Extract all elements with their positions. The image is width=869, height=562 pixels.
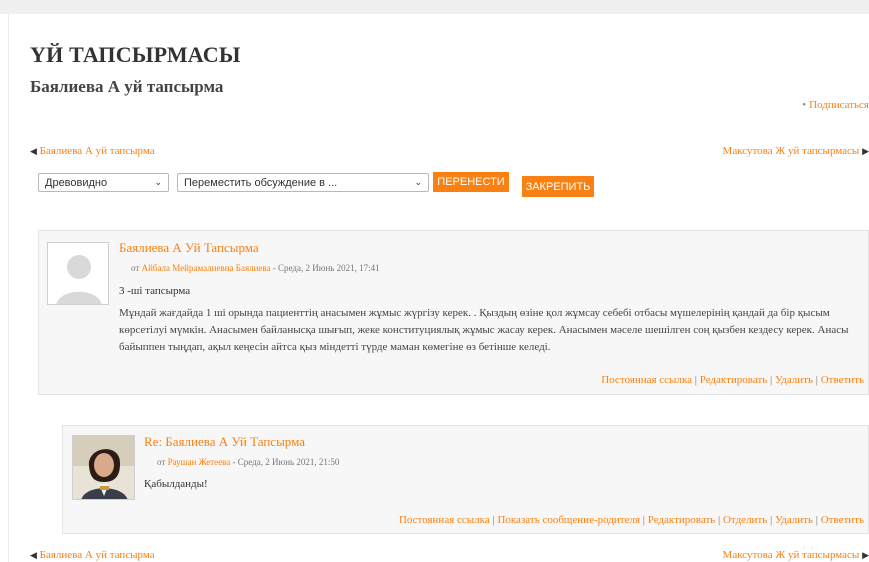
delete-link[interactable]: Удалить [775,374,813,386]
separator: | [813,514,821,526]
move-discussion-value: Переместить обсуждение в ... [184,176,338,189]
discussion-title: Баялиева А уй тапсырма [30,77,224,96]
post-subject: 3 -ші тапсырма [119,285,191,297]
default-user-icon [48,243,108,304]
display-mode-select[interactable]: Древовидно ⌄ [38,173,169,192]
separator: | [767,514,775,526]
post-byline: от Айбала Мейрамалиевна Баялиева - Среда… [131,263,380,273]
separator: | [640,514,648,526]
separator: | [767,374,775,386]
user-photo-icon [73,436,134,499]
split-link[interactable]: Отделить [723,514,767,526]
prev-discussion-link-bottom[interactable]: ◀ Баялиева А уй тапсырма [30,549,155,561]
post-byline: от Раушан Жетеева - Среда, 2 Июнь 2021, … [157,457,339,467]
pin-button[interactable]: ЗАКРЕПИТЬ [522,176,594,197]
reply-link[interactable]: Ответить [821,514,864,526]
separator: | [692,374,700,386]
chevron-down-icon: ⌄ [414,177,422,187]
subscribe-label: Подписаться [809,99,869,111]
prev-discussion-link[interactable]: ◀ Баялиева А уй тапсырма [30,145,155,157]
move-discussion-select[interactable]: Переместить обсуждение в ... ⌄ [177,173,429,192]
reply-link[interactable]: Ответить [821,374,864,386]
permalink-link[interactable]: Постоянная ссылка [601,374,692,386]
author-link[interactable]: Раушан Жетеева [168,457,231,467]
post-body: Мұндай жағдайда 1 ші орында пациенттің а… [119,307,849,353]
author-link[interactable]: Айбала Мейрамалиевна Баялиева [142,263,271,273]
edit-link[interactable]: Редактировать [700,374,768,386]
post-date: - Среда, 2 Июнь 2021, 17:41 [272,263,380,273]
prev-discussion-label[interactable]: Баялиева А уй тапсырма [40,549,155,561]
next-discussion-link[interactable]: Максутова Ж уй тапсырмасы ▶ [723,145,869,157]
by-label: от [131,263,140,273]
triangle-right-icon: ▶ [862,550,869,560]
next-discussion-label[interactable]: Максутова Ж уй тапсырмасы [723,549,860,561]
top-strip [0,0,869,14]
show-parent-link[interactable]: Показать сообщение-родителя [497,514,640,526]
subscribe-link[interactable]: • Подписаться [802,99,869,111]
delete-link[interactable]: Удалить [775,514,813,526]
bullet-icon: • [802,99,807,111]
next-discussion-label[interactable]: Максутова Ж уй тапсырмасы [723,145,860,157]
triangle-left-icon: ◀ [30,146,37,156]
move-button[interactable]: ПЕРЕНЕСТИ [433,172,509,192]
triangle-right-icon: ▶ [862,146,869,156]
edit-link[interactable]: Редактировать [648,514,716,526]
post-date: - Среда, 2 Июнь 2021, 21:50 [232,457,340,467]
post-body: Қабылданды! [144,478,208,490]
by-label: от [157,457,166,467]
page-title: ҮЙ ТАПСЫРМАСЫ [30,42,241,67]
permalink-link[interactable]: Постоянная ссылка [399,514,490,526]
post-title: Баялиева А Уй Тапсырма [119,240,259,255]
separator: | [715,514,723,526]
post-commands: Постоянная ссылка | Показать сообщение-р… [399,514,864,526]
triangle-left-icon: ◀ [30,550,37,560]
display-mode-value: Древовидно [45,176,108,189]
chevron-down-icon: ⌄ [154,177,162,187]
prev-discussion-label[interactable]: Баялиева А уй тапсырма [40,145,155,157]
separator: | [813,374,821,386]
next-discussion-link-bottom[interactable]: Максутова Ж уй тапсырмасы ▶ [723,549,869,561]
avatar[interactable] [47,242,109,305]
post-commands: Постоянная ссылка | Редактировать | Удал… [601,374,864,386]
avatar[interactable] [72,435,135,500]
post-title: Re: Баялиева А Уй Тапсырма [144,434,306,449]
